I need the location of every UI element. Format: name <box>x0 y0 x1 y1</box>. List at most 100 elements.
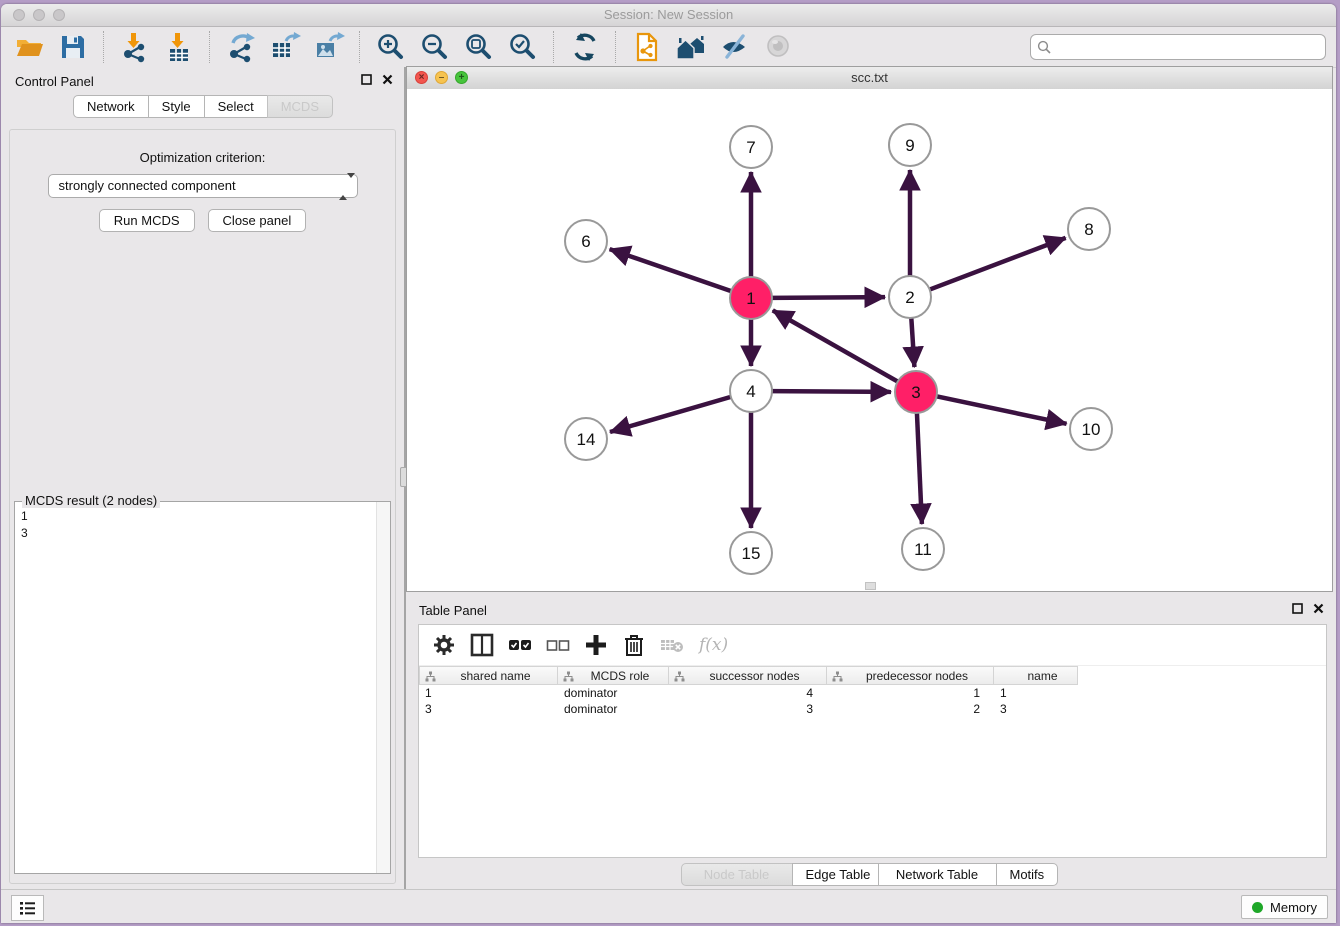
toolbar-separator <box>615 31 617 63</box>
graph-node-label: 15 <box>742 544 761 563</box>
tab-network[interactable]: Network <box>73 95 149 118</box>
table-cell[interactable]: dominator <box>558 701 669 717</box>
graph-node-10[interactable]: 10 <box>1070 408 1112 450</box>
graph-node-label: 8 <box>1084 220 1093 239</box>
graph-edge-4-14[interactable] <box>610 397 731 432</box>
column-header-name[interactable]: name <box>994 666 1078 685</box>
search-input[interactable] <box>1052 37 1325 57</box>
tab-style[interactable]: Style <box>148 95 205 118</box>
tab-motifs[interactable]: Motifs <box>996 863 1058 886</box>
graph-node-2[interactable]: 2 <box>889 276 931 318</box>
task-history-button[interactable] <box>11 895 44 921</box>
graph-edge-3-10[interactable] <box>937 396 1067 423</box>
graph-node-6[interactable]: 6 <box>565 220 607 262</box>
graph-edge-2-3[interactable] <box>911 318 914 367</box>
table-cell[interactable]: 1 <box>994 685 1078 701</box>
export-table-icon[interactable] <box>269 31 301 63</box>
memory-button[interactable]: Memory <box>1241 895 1328 919</box>
graph-edge-3-1[interactable] <box>773 310 898 381</box>
close-panel-icon[interactable] <box>1313 603 1324 614</box>
graph-node-14[interactable]: 14 <box>565 418 607 460</box>
float-panel-icon[interactable] <box>361 74 372 85</box>
import-table-icon[interactable] <box>163 31 195 63</box>
mcds-result-title: MCDS result (2 nodes) <box>22 493 160 508</box>
table-row[interactable]: 1dominator411 <box>419 685 1326 701</box>
table-cell[interactable]: 1 <box>419 685 558 701</box>
open-session-icon[interactable] <box>13 31 45 63</box>
delete-column-icon[interactable] <box>621 632 647 658</box>
zoom-in-icon[interactable] <box>375 31 407 63</box>
refresh-icon[interactable] <box>569 31 601 63</box>
tab-select[interactable]: Select <box>204 95 268 118</box>
tab-node-table[interactable]: Node Table <box>681 863 793 886</box>
graph-node-4[interactable]: 4 <box>730 370 772 412</box>
graph-node-8[interactable]: 8 <box>1068 208 1110 250</box>
list-icon <box>19 901 36 916</box>
select-all-columns-icon[interactable] <box>507 632 533 658</box>
close-panel-icon[interactable] <box>382 74 393 85</box>
import-network-icon[interactable] <box>119 31 151 63</box>
graph-node-1[interactable]: 1 <box>730 277 772 319</box>
table-cell[interactable]: 1 <box>827 685 994 701</box>
toolbar-separator <box>103 31 105 63</box>
graph-edge-1-6[interactable] <box>610 249 732 291</box>
table-cell[interactable]: 3 <box>419 701 558 717</box>
main-toolbar <box>1 27 1336 68</box>
graph-edge-1-2[interactable] <box>772 297 885 298</box>
graph-node-label: 6 <box>581 232 590 251</box>
hide-selected-icon[interactable] <box>719 31 751 63</box>
zoom-fit-icon[interactable] <box>463 31 495 63</box>
app-titlebar: Session: New Session <box>1 4 1336 27</box>
toolbar-separator <box>359 31 361 63</box>
add-column-icon[interactable] <box>583 632 609 658</box>
save-session-icon[interactable] <box>57 31 89 63</box>
column-header-MCDS-role[interactable]: MCDS role <box>558 666 669 685</box>
graph-node-label: 2 <box>905 288 914 307</box>
zoom-out-icon[interactable] <box>419 31 451 63</box>
function-builder-icon: f(x) <box>699 635 728 655</box>
table-panel-header: Table Panel <box>406 596 1332 624</box>
tab-edge-table[interactable]: Edge Table <box>792 863 879 886</box>
unselect-all-columns-icon[interactable] <box>545 632 571 658</box>
table-cell[interactable]: 3 <box>994 701 1078 717</box>
table-cell[interactable]: 3 <box>669 701 827 717</box>
tab-network-table[interactable]: Network Table <box>878 863 997 886</box>
mcds-result-box[interactable]: MCDS result (2 nodes) 1 3 <box>14 501 391 874</box>
export-image-icon[interactable] <box>313 31 345 63</box>
graph-node-label: 3 <box>911 383 920 402</box>
graph-edge-3-11[interactable] <box>917 413 922 524</box>
search-icon <box>1037 40 1052 55</box>
network-from-selection-icon[interactable] <box>631 31 663 63</box>
column-header-successor-nodes[interactable]: successor nodes <box>669 666 827 685</box>
graph-node-11[interactable]: 11 <box>902 528 944 570</box>
show-hidden-icon <box>763 31 795 63</box>
home-icon[interactable] <box>675 31 707 63</box>
graph-node-9[interactable]: 9 <box>889 124 931 166</box>
control-panel: Control Panel NetworkStyleSelectMCDS Opt… <box>1 67 405 890</box>
zoom-selected-icon[interactable] <box>507 31 539 63</box>
chevron-updown-icon <box>339 178 349 194</box>
close-panel-button[interactable]: Close panel <box>208 209 307 232</box>
table-cell[interactable]: dominator <box>558 685 669 701</box>
graph-node-7[interactable]: 7 <box>730 126 772 168</box>
column-header-shared-name[interactable]: shared name <box>419 666 558 685</box>
graph-edge-2-8[interactable] <box>930 238 1066 290</box>
graph-edge-4-3[interactable] <box>772 391 891 392</box>
graph-node-15[interactable]: 15 <box>730 532 772 574</box>
canvas-resize-grip[interactable] <box>865 582 876 590</box>
result-scrollbar[interactable] <box>376 502 390 873</box>
float-panel-icon[interactable] <box>1292 603 1303 614</box>
network-canvas[interactable]: 7 9 6 8 1 2 4 3 14 10 15 11 <box>407 89 1332 591</box>
table-settings-icon[interactable] <box>431 632 457 658</box>
show-columns-icon[interactable] <box>469 632 495 658</box>
table-cell[interactable]: 4 <box>669 685 827 701</box>
tab-mcds[interactable]: MCDS <box>267 95 333 118</box>
export-network-icon[interactable] <box>225 31 257 63</box>
table-row[interactable]: 3dominator323 <box>419 701 1326 717</box>
column-header-predecessor-nodes[interactable]: predecessor nodes <box>827 666 994 685</box>
table-cell[interactable]: 2 <box>827 701 994 717</box>
graph-node-label: 14 <box>577 430 596 449</box>
graph-node-3[interactable]: 3 <box>895 371 937 413</box>
criterion-select[interactable]: strongly connected component <box>48 174 358 198</box>
run-mcds-button[interactable]: Run MCDS <box>99 209 195 232</box>
